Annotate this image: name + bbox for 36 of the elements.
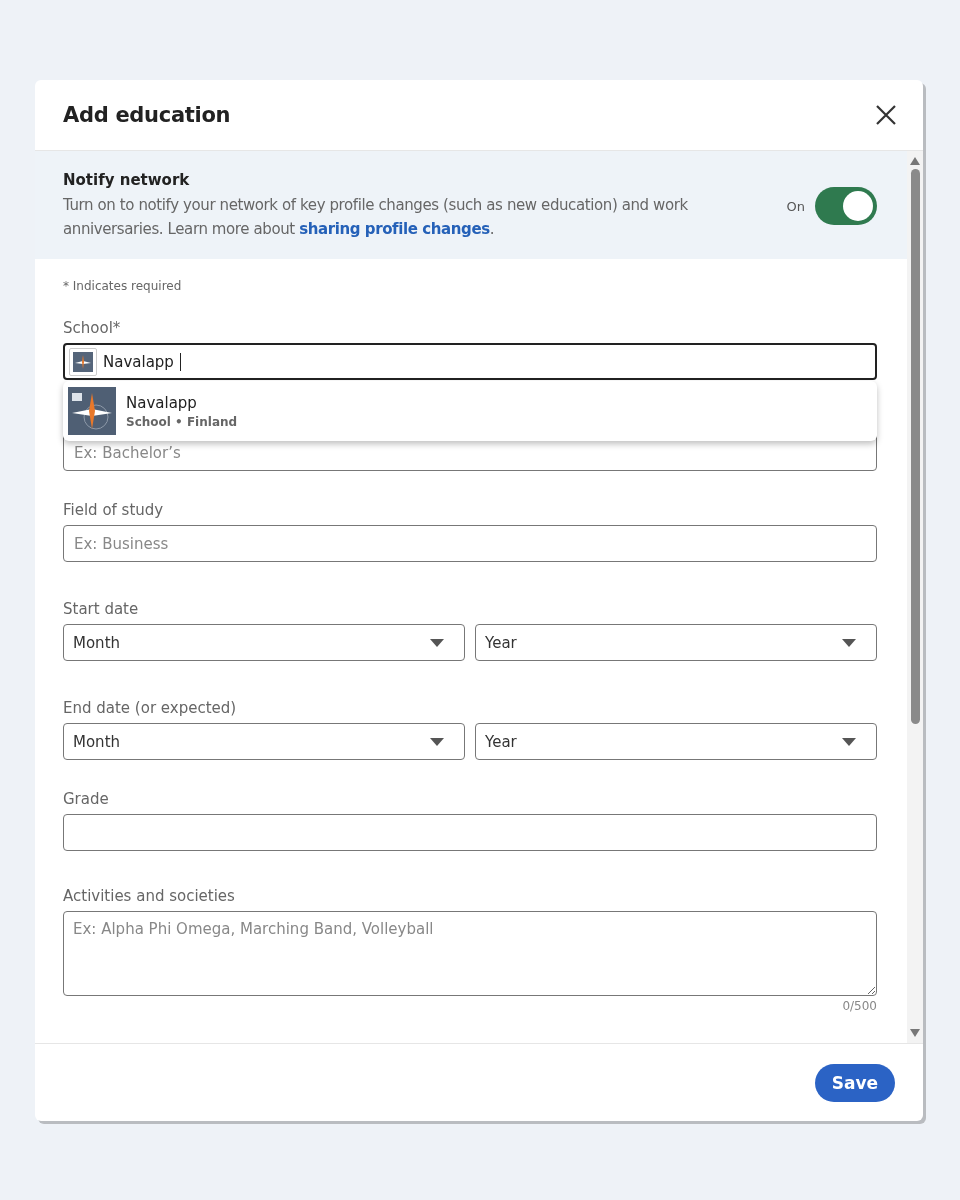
field-label: Grade (63, 790, 110, 810)
notify-title: Notify network (63, 171, 191, 189)
dropdown-caret-icon (430, 737, 444, 746)
dialog-title: Add education (63, 103, 231, 127)
select-field[interactable]: Year (475, 624, 877, 661)
field-label: Start date (63, 600, 140, 620)
suggestion-name[interactable]: Navalapp (126, 393, 238, 412)
required-note: * Indicates required (63, 279, 183, 293)
field-label: End date (or expected) (63, 699, 238, 719)
text-input[interactable]: Ex: Business (63, 525, 877, 562)
scrollbar-thumb[interactable] (910, 169, 920, 724)
sharing-link[interactable]: sharing profile changes (299, 220, 490, 238)
text-input[interactable] (63, 814, 877, 851)
dropdown-caret-icon (842, 638, 856, 647)
textarea-input[interactable]: Ex: Alpha Phi Omega, Marching Band, Volleyball (63, 911, 877, 996)
suggestion-detail: School • Finland (126, 414, 238, 429)
dropdown-caret-icon (842, 737, 856, 746)
scroll-down-icon[interactable] (910, 1029, 920, 1037)
field-label: Activities and societies (63, 887, 236, 907)
school-input[interactable]: Navalapp (63, 343, 877, 380)
character-counter: 0/500 (841, 999, 877, 1013)
compass-logo-icon (68, 387, 116, 435)
field-label: Field of study (63, 501, 165, 521)
field-label: School* (63, 319, 122, 339)
select-field[interactable]: Month (63, 723, 465, 760)
select-field[interactable]: Year (475, 723, 877, 760)
toggle-label: On (786, 198, 805, 214)
dropdown-caret-icon (430, 638, 444, 647)
scroll-up-icon[interactable] (910, 157, 920, 165)
compass-logo-icon (69, 347, 97, 376)
save-button[interactable]: Save (814, 1063, 895, 1102)
notify-description: Turn on to notify your network of key profile changes (such as new education) and work anniversaries. Learn more about sharing profile changes. (63, 195, 689, 240)
close-icon[interactable] (875, 104, 897, 126)
select-field[interactable]: Month (63, 624, 465, 661)
school-value: Navalapp (103, 352, 174, 371)
notify-toggle[interactable] (815, 187, 877, 225)
